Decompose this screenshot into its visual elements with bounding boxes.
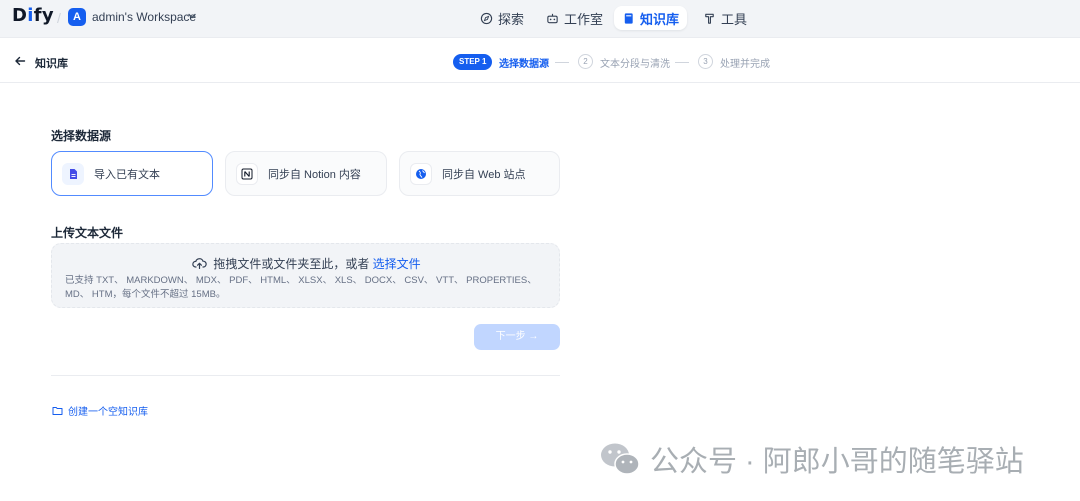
create-empty-knowledge-link[interactable]: 创建一个空知识库 bbox=[52, 403, 148, 418]
file-icon bbox=[70, 168, 77, 179]
step1-badge: STEP 1 bbox=[453, 54, 493, 70]
nav-knowledge-label: 知识库 bbox=[640, 11, 680, 27]
step2-number: 2 bbox=[578, 54, 593, 69]
supported-formats-line2: MD、 HTM，每个文件不超过 15MB。 bbox=[65, 289, 226, 300]
next-step-button[interactable]: 下一步 → bbox=[474, 324, 560, 350]
step2-label: 文本分段与清洗 bbox=[600, 59, 670, 70]
divider bbox=[51, 375, 560, 376]
notion-icon bbox=[241, 168, 253, 179]
arrow-left-icon[interactable] bbox=[14, 55, 26, 67]
compass-icon bbox=[480, 12, 493, 24]
supported-formats-line1: 已支持 TXT、 MARKDOWN、 MDX、 PDF、 HTML、 XLSX、… bbox=[65, 275, 537, 286]
nav-tools-label: 工具 bbox=[721, 11, 748, 27]
step1-label: 选择数据源 bbox=[499, 59, 549, 70]
notion-icon-box bbox=[236, 162, 258, 185]
nav-studio-label: 工作室 bbox=[564, 11, 604, 27]
step3-number: 3 bbox=[698, 54, 713, 69]
upload-title: 上传文本文件 bbox=[51, 226, 124, 240]
top-navbar: Dify / A admin's Workspace 探索 工作室 知识库 工具 bbox=[0, 0, 1080, 38]
workspace-separator: / bbox=[57, 10, 61, 26]
book-icon bbox=[624, 12, 633, 24]
step-header: 知识库 STEP 1 选择数据源 2 文本分段与清洗 3 处理并完成 bbox=[0, 41, 1080, 83]
step3-label: 处理并完成 bbox=[720, 59, 770, 70]
back-to-knowledge[interactable]: 知识库 bbox=[35, 55, 68, 71]
cloud-upload-icon bbox=[192, 258, 208, 269]
nav-tools[interactable]: 工具 bbox=[695, 6, 755, 30]
wechat-icon bbox=[601, 443, 640, 475]
dify-logo[interactable]: Dify bbox=[12, 5, 54, 26]
globe-icon-box bbox=[410, 162, 432, 185]
nav-knowledge[interactable]: 知识库 bbox=[614, 6, 688, 30]
workspace-name[interactable]: admin's Workspace bbox=[92, 10, 196, 24]
source-notion-label: 同步自 Notion 内容 bbox=[268, 168, 361, 181]
nav-explore-label: 探索 bbox=[498, 11, 525, 27]
nav-studio[interactable]: 工作室 bbox=[538, 6, 611, 30]
file-dropzone[interactable]: 拖拽文件或文件夹至此，或者 选择文件 已支持 TXT、 MARKDOWN、 MD… bbox=[51, 243, 560, 308]
create-empty-knowledge-label: 创建一个空知识库 bbox=[68, 407, 148, 418]
globe-icon bbox=[416, 168, 426, 179]
dropzone-drag-text: 拖拽文件或文件夹至此，或者 bbox=[213, 257, 370, 271]
step-connector bbox=[675, 62, 689, 63]
source-import-text[interactable]: 导入已有文本 bbox=[51, 151, 213, 196]
datasource-title: 选择数据源 bbox=[51, 129, 112, 143]
supported-formats: 已支持 TXT、 MARKDOWN、 MDX、 PDF、 HTML、 XLSX、… bbox=[65, 274, 550, 302]
select-file-link[interactable]: 选择文件 bbox=[373, 257, 421, 271]
source-import-text-label: 导入已有文本 bbox=[94, 168, 160, 181]
chevron-down-icon[interactable] bbox=[187, 11, 197, 21]
watermark-text: 公众号 · 阿郎小哥的随笔驿站 bbox=[650, 446, 1024, 478]
tools-icon bbox=[705, 13, 714, 24]
folder-icon bbox=[52, 407, 63, 415]
step-connector bbox=[555, 62, 569, 63]
dropzone-prompt: 拖拽文件或文件夹至此，或者 选择文件 bbox=[52, 255, 561, 272]
source-notion[interactable]: 同步自 Notion 内容 bbox=[225, 151, 387, 196]
wechat-watermark: 公众号 · 阿郎小哥的随笔驿站 bbox=[598, 438, 1024, 480]
source-web-label: 同步自 Web 站点 bbox=[442, 168, 526, 181]
nav-explore[interactable]: 探索 bbox=[472, 6, 532, 30]
file-icon-box bbox=[62, 162, 84, 185]
workspace-avatar[interactable]: A bbox=[68, 8, 86, 26]
source-web[interactable]: 同步自 Web 站点 bbox=[399, 151, 560, 196]
robot-icon bbox=[547, 13, 558, 23]
